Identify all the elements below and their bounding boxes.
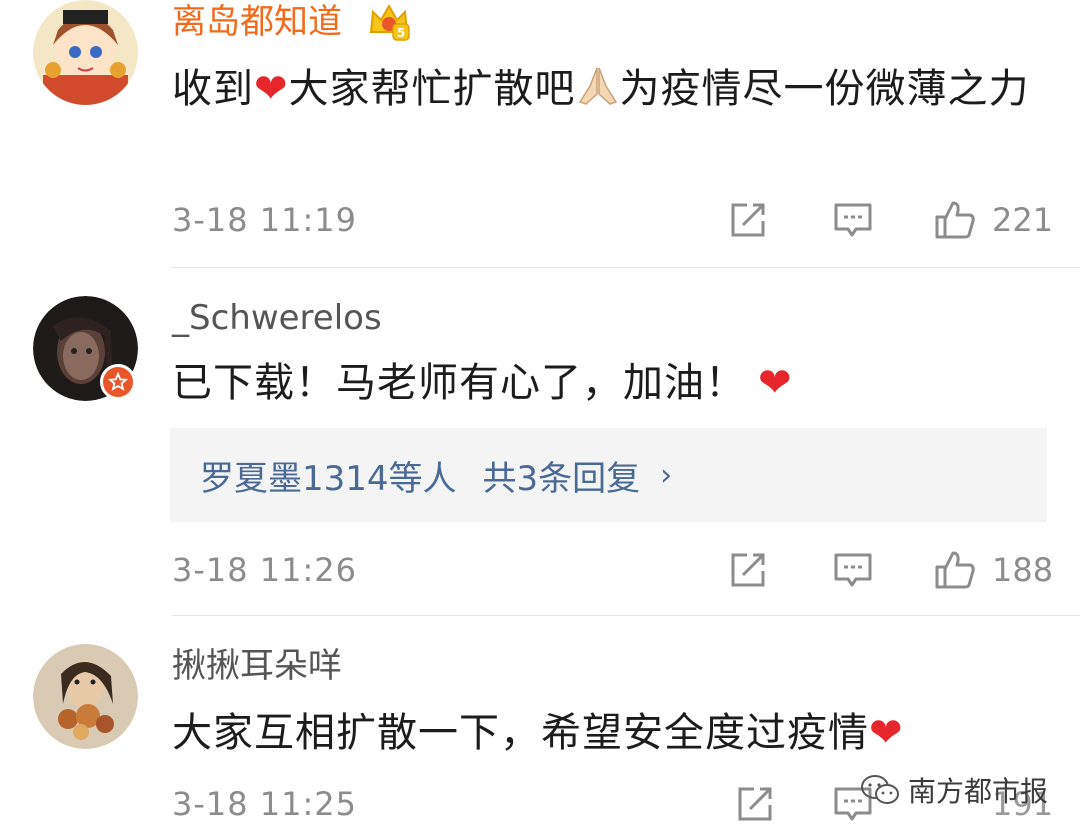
vip-level: 5 bbox=[397, 26, 405, 40]
avatar[interactable] bbox=[33, 644, 138, 749]
share-button[interactable] bbox=[727, 198, 769, 242]
comment-meta: 3-18 11:19 221 bbox=[172, 198, 1053, 242]
heart-icon: ❤ bbox=[758, 360, 793, 406]
thumbs-up-icon bbox=[935, 201, 975, 239]
wechat-icon bbox=[861, 775, 899, 804]
share-button[interactable] bbox=[727, 548, 769, 592]
thumbs-up-icon bbox=[935, 551, 975, 589]
username[interactable]: _Schwerelos bbox=[172, 298, 382, 338]
replies-preview[interactable]: 罗夏墨1314等人 共3条回复 › bbox=[170, 428, 1047, 522]
like-button[interactable]: 221 bbox=[934, 198, 1053, 242]
timestamp: 3-18 11:25 bbox=[172, 785, 358, 823]
comment-text: 已下载！马老师有心了，加油！ ❤ bbox=[172, 360, 793, 406]
vip-crown-icon: 5 bbox=[369, 3, 410, 41]
comment-icon bbox=[834, 203, 872, 237]
praying-hands-icon bbox=[576, 64, 620, 108]
username[interactable]: 离岛都知道 bbox=[172, 2, 342, 42]
chevron-right-icon: › bbox=[660, 457, 673, 493]
comment-item: _Schwerelos 已下载！马老师有心了，加油！ ❤ 罗夏墨1314等人 共3… bbox=[0, 268, 1080, 616]
watermark: 南方都市报 bbox=[860, 770, 1048, 810]
share-icon bbox=[738, 787, 772, 821]
comment-item: 离岛都知道 5 收到❤大家帮忙扩散吧 为疫情尽一份微薄之力 3-18 11:19… bbox=[0, 0, 1080, 268]
heart-icon: ❤ bbox=[254, 66, 289, 112]
share-icon bbox=[731, 203, 765, 237]
reply-button[interactable] bbox=[832, 548, 874, 592]
verified-badge bbox=[100, 364, 136, 400]
reply-button[interactable] bbox=[832, 198, 874, 242]
heart-icon: ❤ bbox=[869, 710, 904, 756]
comment-text: 大家互相扩散一下，希望安全度过疫情❤ bbox=[172, 710, 904, 756]
username[interactable]: 揪揪耳朵咩 bbox=[172, 646, 342, 686]
timestamp: 3-18 11:19 bbox=[172, 201, 358, 239]
share-button[interactable] bbox=[734, 782, 776, 826]
replies-count: 共3条回复 bbox=[482, 458, 641, 499]
avatar[interactable] bbox=[33, 0, 138, 105]
star-icon bbox=[108, 372, 128, 391]
like-count: 221 bbox=[992, 201, 1054, 239]
replies-who: 罗夏墨1314等人 bbox=[200, 458, 457, 499]
comment-text: 收到❤大家帮忙扩散吧 为疫情尽一份微薄之力 bbox=[172, 64, 1030, 112]
share-icon bbox=[731, 553, 765, 587]
comment-icon bbox=[834, 553, 872, 587]
timestamp: 3-18 11:26 bbox=[172, 551, 358, 589]
watermark-text: 南方都市报 bbox=[908, 775, 1049, 808]
like-count: 188 bbox=[992, 551, 1054, 589]
like-button[interactable]: 188 bbox=[934, 548, 1053, 592]
comment-meta: 3-18 11:26 188 bbox=[172, 548, 1053, 592]
